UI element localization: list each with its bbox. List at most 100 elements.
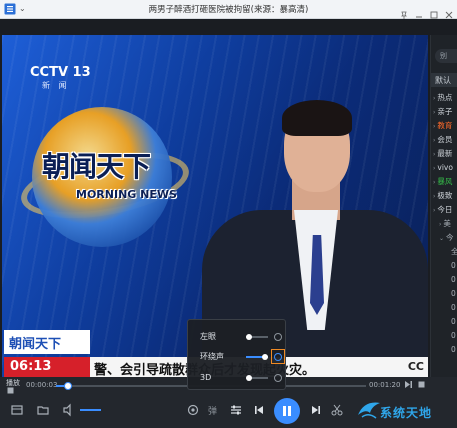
chevron-right-icon: ›: [439, 221, 442, 228]
playlist-item-label: 今: [446, 233, 454, 242]
stop-square-icon[interactable]: [417, 380, 426, 389]
ticker-badge: CC: [407, 360, 424, 373]
playlist-item-label: 今日: [437, 205, 453, 214]
playlist-item-label: 0: [451, 345, 456, 354]
channel-logo: CCTV 13 新 闻: [30, 61, 91, 91]
surround-settings-icon[interactable]: [274, 353, 282, 361]
playlist-item[interactable]: 0: [431, 287, 457, 301]
playlist-item-label: 0: [451, 317, 456, 326]
window-title: 两男子醉酒打砸医院被拘留(来源：暴高清): [148, 5, 309, 15]
total-time: 00:01:20: [369, 381, 401, 389]
previous-icon[interactable]: [252, 403, 266, 417]
volume-icon[interactable]: [62, 403, 76, 417]
playlist-item[interactable]: › 教育: [431, 119, 457, 133]
playlist-item[interactable]: › 会员: [431, 133, 457, 147]
pause-button[interactable]: [274, 398, 300, 424]
popup-row-surround: 环绕声: [200, 349, 285, 364]
playlist-item-label: 0: [451, 289, 456, 298]
playlist-list: ›热点›亲子›教育›会员›最新›vivo›暴风›极致›今日›美⌄今全000000…: [431, 91, 457, 357]
equalizer-icon[interactable]: [229, 403, 243, 417]
chevron-right-icon: ›: [433, 179, 436, 186]
playlist-item-label: 0: [451, 303, 456, 312]
chevron-right-icon: ›: [433, 151, 436, 158]
surround-sound-toggle[interactable]: [246, 354, 268, 360]
playlist-item[interactable]: 0: [431, 259, 457, 273]
news-anchor: [202, 70, 428, 370]
channel-logo-sub: 新 闻: [42, 81, 70, 90]
playlist-item[interactable]: › 今日: [431, 203, 457, 217]
playlist-item-label: 最新: [437, 149, 453, 158]
left-eye-settings-icon[interactable]: [274, 333, 282, 341]
anchor-hair: [282, 100, 352, 136]
site-watermark: 系统天地: [350, 393, 457, 427]
next-frame-icon[interactable]: [404, 380, 413, 389]
maximize-icon[interactable]: [430, 4, 438, 19]
chevron-right-icon: ›: [433, 193, 436, 200]
pin-icon[interactable]: [400, 4, 408, 19]
playlist-item-label: 热点: [437, 93, 453, 102]
current-time: 00:00:03: [26, 381, 58, 389]
playlist-panel: 别 默认 ›热点›亲子›教育›会员›最新›vivo›暴风›极致›今日›美⌄今全0…: [430, 35, 457, 377]
playlist-item[interactable]: › 极致: [431, 189, 457, 203]
watermark-text: 系统天地: [380, 406, 433, 420]
playlist-item-label: 全: [451, 247, 457, 256]
popup-row-label: 环绕声: [200, 352, 224, 361]
broadcast-clock: 06:13: [4, 357, 90, 377]
3d-settings-popup: 左眼 环绕声 3D: [187, 319, 286, 390]
left-eye-toggle[interactable]: [246, 334, 268, 340]
show-title: 朝闻天下: [42, 150, 151, 183]
popup-row-left-eye: 左眼: [200, 330, 282, 344]
playlist-item-label: vivo: [437, 163, 453, 172]
playlist-item-label: 亲子: [437, 107, 453, 116]
playlist-item[interactable]: 全: [431, 245, 457, 259]
show-subtitle: MORNING NEWS: [76, 188, 177, 201]
playlist-item[interactable]: 0: [431, 273, 457, 287]
chevron-right-icon: ›: [433, 95, 436, 102]
chevron-right-icon: ›: [433, 207, 436, 214]
playlist-item[interactable]: › 美: [431, 217, 457, 231]
video-top-margin: [0, 19, 457, 35]
popup-row-label: 3D: [200, 373, 212, 382]
playlist-item-label: 暴风: [437, 177, 453, 186]
next-icon[interactable]: [309, 403, 323, 417]
folder-icon[interactable]: [36, 403, 50, 417]
chevron-right-icon: ›: [433, 109, 436, 116]
playlist-item-label: 0: [451, 331, 456, 340]
playlist-item-label: 0: [451, 275, 456, 284]
chevron-right-icon: ›: [433, 137, 436, 144]
3d-settings-icon[interactable]: [274, 374, 282, 382]
playlist-item[interactable]: › 暴风: [431, 175, 457, 189]
player-window: ⌄ 两男子醉酒打砸医院被拘留(来源：暴高清) CCTV 13 新 闻 朝闻天下 …: [0, 0, 457, 428]
progress-knob[interactable]: [64, 382, 73, 390]
playlist-item[interactable]: › 最新: [431, 147, 457, 161]
playlist-item[interactable]: 0: [431, 315, 457, 329]
playlist-item-label: 教育: [437, 121, 453, 130]
title-bar: ⌄ 两男子醉酒打砸医院被拘留(来源：暴高清): [0, 0, 457, 19]
channel-logo-text: CCTV 13: [30, 65, 91, 80]
playlist-item[interactable]: 0: [431, 329, 457, 343]
chevron-right-icon: ⌄: [439, 235, 445, 242]
close-icon[interactable]: [445, 4, 453, 19]
stop-icon[interactable]: [6, 386, 15, 395]
playlist-item[interactable]: ⌄ 今: [431, 231, 457, 245]
playlist-item[interactable]: › 热点: [431, 91, 457, 105]
3d-toggle[interactable]: [246, 375, 268, 381]
volume-slider[interactable]: [80, 409, 101, 411]
3d-glasses-icon[interactable]: [186, 403, 200, 417]
playlist-item[interactable]: 0: [431, 343, 457, 357]
minimize-icon[interactable]: [415, 4, 423, 18]
chevron-right-icon: ›: [433, 123, 436, 130]
screenshot-scissors-icon[interactable]: [330, 403, 344, 417]
popup-row-3d: 3D: [200, 371, 282, 385]
playlist-search[interactable]: 别: [435, 49, 457, 63]
popup-row-label: 左眼: [200, 332, 216, 341]
danmu-toggle[interactable]: 弹: [208, 404, 217, 417]
playlist-item[interactable]: 0: [431, 301, 457, 315]
tab-default[interactable]: 默认: [431, 73, 457, 87]
playlist-item[interactable]: › vivo: [431, 161, 457, 175]
chevron-right-icon: ›: [433, 165, 436, 172]
playlist-item-label: 会员: [437, 135, 453, 144]
library-icon[interactable]: [10, 403, 24, 417]
lower-third-label: 朝闻天下: [4, 330, 90, 354]
playlist-item[interactable]: › 亲子: [431, 105, 457, 119]
